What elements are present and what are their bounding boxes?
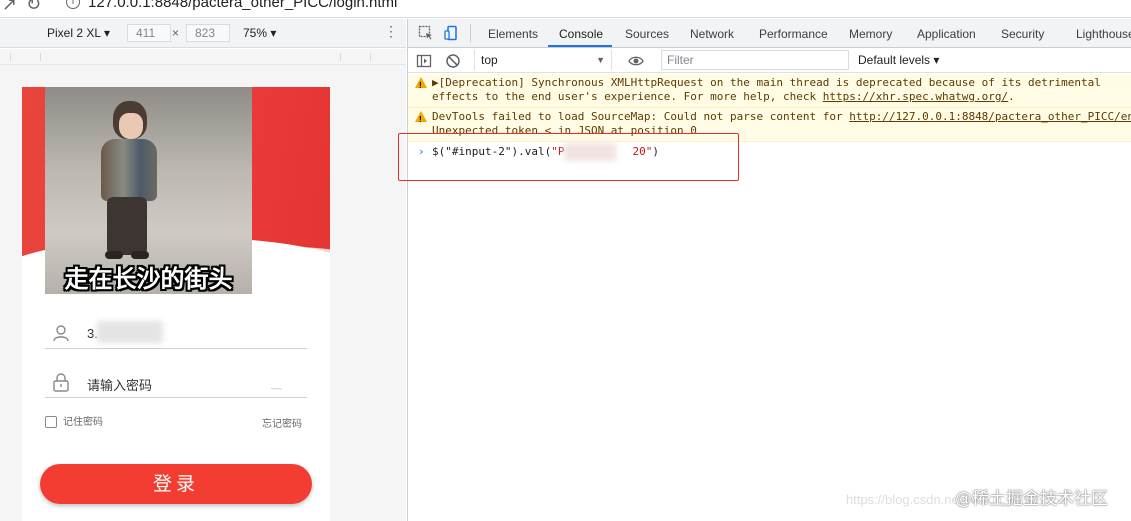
message-link[interactable]: https://xhr.spec.whatwg.org/	[823, 90, 1008, 103]
lock-icon	[53, 373, 69, 392]
zoom-select[interactable]: 75% ▾	[243, 26, 276, 40]
inspect-element-icon[interactable]	[418, 25, 434, 41]
devtools-panel: Elements Console Sources Network Perform…	[407, 19, 1131, 521]
context-value: top	[481, 53, 498, 67]
tab-console[interactable]: Console	[559, 27, 603, 41]
device-select[interactable]: Pixel 2 XL ▾	[47, 26, 110, 40]
tab-application[interactable]: Application	[917, 27, 976, 41]
message-line: ▶[Deprecation] Synchronous XMLHttpReques…	[432, 76, 1101, 89]
photo-child-pants	[107, 197, 147, 255]
photo-child-shoe	[131, 251, 149, 259]
tab-security[interactable]: Security	[1001, 27, 1044, 41]
eye-closed-icon[interactable]: ﹏	[271, 376, 282, 392]
back-arrow-icon[interactable]: ↗	[2, 0, 17, 15]
login-button[interactable]: 登录	[40, 464, 312, 504]
url-text[interactable]: 127.0.0.1:8848/pactera_other_PICC/login.…	[88, 0, 397, 11]
zoom-value: 75%	[243, 26, 268, 40]
password-field[interactable]: 请输入密码 ﹏	[45, 368, 307, 398]
console-message-warning[interactable]: ▶[Deprecation] Synchronous XMLHttpReques…	[408, 74, 1131, 108]
tab-elements[interactable]: Elements	[488, 27, 538, 41]
message-line: effects to the end user's experience. Fo…	[432, 90, 823, 103]
photo-caption: 走在长沙的街头	[64, 265, 233, 293]
toolbar-divider	[470, 24, 471, 42]
live-expression-eye-icon[interactable]	[628, 53, 644, 69]
sidebar-toggle-icon[interactable]	[416, 53, 432, 69]
message-link[interactable]: http://127.0.0.1:8848/pactera_other_PICC…	[849, 110, 1131, 123]
chevron-down-icon: ▾	[103, 26, 110, 40]
reload-icon[interactable]: ↻	[26, 0, 41, 15]
width-input[interactable]: 411	[127, 24, 171, 42]
remember-checkbox[interactable]	[45, 416, 57, 429]
address-bar: ↗ ↻ i 127.0.0.1:8848/pactera_other_PICC/…	[0, 0, 1131, 18]
phone-viewport: 走在长沙的街头 3. 请输入密码 ﹏ 记住密码 忘记密码 登录	[22, 87, 330, 521]
photo-child-shoe	[105, 251, 123, 259]
log-levels-select[interactable]: Default levels ▾	[858, 53, 939, 67]
ruler-tick	[340, 53, 354, 61]
tab-sources[interactable]: Sources	[625, 27, 669, 41]
console-toolbar: top ▼ Filter Default levels ▾	[408, 49, 1131, 73]
warning-icon	[415, 77, 427, 93]
remember-password[interactable]: 记住密码	[45, 413, 103, 429]
filter-input[interactable]: Filter	[661, 50, 849, 70]
highlight-annotation-box	[398, 133, 739, 181]
active-tab-indicator	[548, 45, 612, 47]
tab-network[interactable]: Network	[690, 27, 734, 41]
clear-console-icon[interactable]	[445, 53, 461, 69]
context-select[interactable]: top ▼	[474, 50, 612, 70]
more-options-icon[interactable]: ⋮	[384, 23, 398, 40]
warning-icon	[415, 111, 427, 127]
remember-label: 记住密码	[63, 417, 103, 428]
screenshot-root: ↗ ↻ i 127.0.0.1:8848/pactera_other_PICC/…	[0, 0, 1131, 521]
ruler-tick	[40, 53, 54, 61]
log-levels-value: Default levels	[858, 53, 931, 67]
user-icon	[53, 325, 69, 342]
device-toolbar: Pixel 2 XL ▾ 411 × 823 75% ▾ ⋮	[0, 19, 406, 48]
redacted-username	[97, 321, 163, 343]
tab-memory[interactable]: Memory	[849, 27, 892, 41]
message-line: DevTools failed to load SourceMap: Could…	[432, 110, 850, 123]
ruler-tick	[370, 53, 384, 61]
photo-child-face	[119, 113, 143, 139]
device-name: Pixel 2 XL	[47, 26, 101, 40]
info-icon[interactable]: i	[66, 0, 80, 9]
device-toggle-icon[interactable]	[444, 25, 460, 41]
username-field[interactable]: 3.	[45, 319, 307, 349]
times-sign: ×	[172, 26, 180, 40]
devtools-tabbar: Elements Console Sources Network Perform…	[408, 19, 1131, 48]
meme-photo: 走在长沙的街头	[45, 87, 252, 294]
watermark: @稀土掘金技术社区	[955, 489, 1108, 509]
ruler-tick	[10, 53, 24, 61]
photo-child-sweater	[101, 139, 157, 201]
message-text: ▶[Deprecation] Synchronous XMLHttpReques…	[432, 76, 1101, 104]
height-input[interactable]: 823	[186, 24, 230, 42]
tab-performance[interactable]: Performance	[759, 27, 828, 41]
chevron-down-icon: ▾	[933, 53, 940, 67]
media-query-ruler	[0, 49, 406, 65]
tab-lighthouse[interactable]: Lighthouse	[1076, 27, 1131, 41]
password-placeholder: 请输入密码	[87, 378, 153, 393]
forgot-password-link[interactable]: 忘记密码	[262, 415, 302, 430]
chevron-down-icon: ▾	[270, 26, 277, 40]
message-punctuation: .	[1008, 90, 1015, 103]
chevron-down-icon: ▼	[596, 55, 605, 65]
